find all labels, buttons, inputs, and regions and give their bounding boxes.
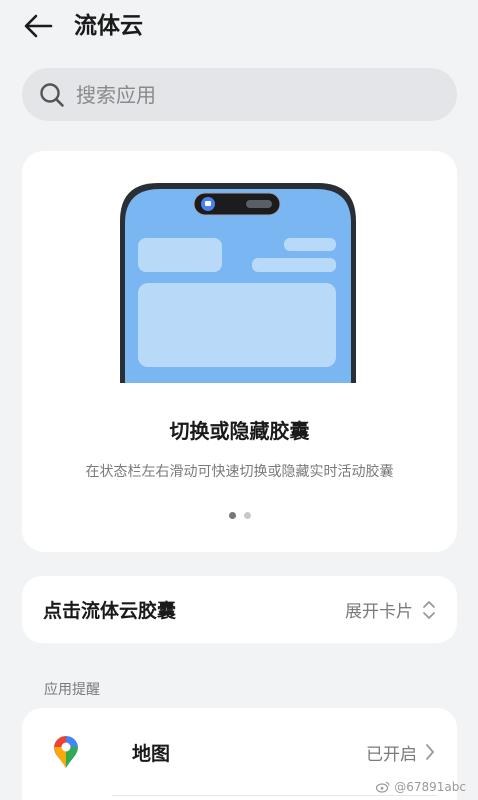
chevron-up-down-icon — [421, 599, 437, 621]
map-pin-icon — [46, 732, 86, 772]
setting-value: 展开卡片 — [345, 602, 413, 622]
feature-title: 切换或隐藏胶囊 — [169, 419, 310, 443]
phone-illustration — [120, 183, 356, 383]
weibo-icon — [376, 781, 390, 793]
setting-label: 点击流体云胶囊 — [43, 600, 177, 622]
page-dot-active[interactable] — [228, 512, 236, 519]
watermark: @6789​1abc — [376, 780, 466, 794]
back-button[interactable] — [18, 8, 58, 44]
search-input[interactable] — [76, 82, 416, 107]
search-bar[interactable] — [22, 68, 457, 121]
capsule-click-setting[interactable]: 点击流体云胶囊 展开卡片 — [22, 576, 457, 643]
page-dot[interactable] — [243, 512, 251, 519]
page-indicator[interactable] — [22, 512, 457, 519]
app-status: 已开启 — [366, 744, 417, 765]
arrow-left-icon — [24, 14, 53, 38]
feature-description: 在状态栏左右滑动可快速切换或隐藏实时活动胶囊 — [85, 464, 394, 480]
app-header: 流体云 — [0, 0, 478, 52]
page-title: 流体云 — [74, 13, 143, 39]
feature-card[interactable]: 切换或隐藏胶囊 在状态栏左右滑动可快速切换或隐藏实时活动胶囊 — [22, 151, 457, 552]
app-name: 地图 — [132, 742, 171, 765]
chevron-right-icon — [425, 742, 437, 762]
watermark-text: @6789​1abc — [394, 780, 466, 794]
divider — [112, 795, 437, 796]
search-icon — [38, 81, 66, 109]
section-label: 应用提醒 — [44, 682, 100, 698]
